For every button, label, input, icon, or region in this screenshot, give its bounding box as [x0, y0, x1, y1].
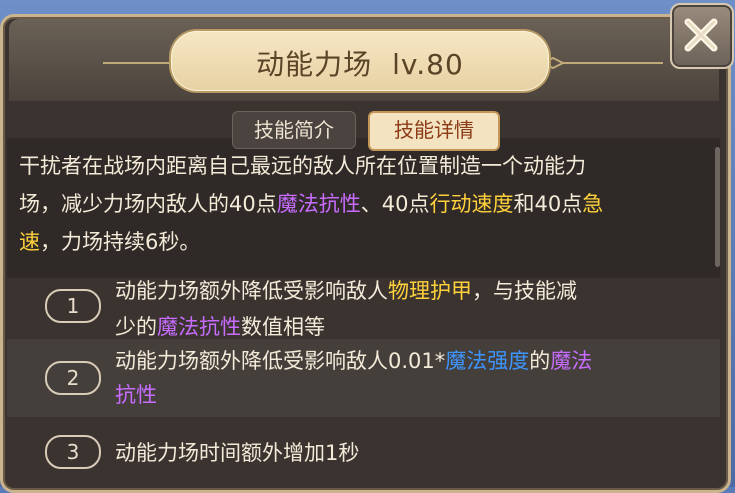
keyword-magic-power: 魔法强度	[445, 349, 530, 373]
description-text: 、40点	[360, 192, 430, 216]
description-text: 和40点	[513, 192, 583, 216]
upgrade-row-3: 3 动能力场时间额外增加1秒	[7, 425, 720, 481]
keyword-magic-resist: 魔法	[550, 349, 593, 373]
title-plate: 动能力场 lv.80	[171, 31, 549, 91]
skill-detail-panel: 动能力场 lv.80 干扰者在战场内距离自己最远的敌人所在位置制造一个动能力 场…	[0, 14, 731, 493]
upgrade-line: 动能力场额外降低受影响敌人物理护甲，与技能减	[115, 275, 577, 305]
upgrade-line: 少的魔法抗性数值相等	[115, 311, 325, 341]
upgrade-number-badge: 1	[45, 289, 101, 323]
upgrade-row-1: 1 动能力场额外降低受影响敌人物理护甲，与技能减 少的魔法抗性数值相等	[7, 267, 720, 347]
upgrade-text: ，与技能减	[472, 279, 577, 303]
tab-skill-intro[interactable]: 技能简介	[232, 111, 356, 149]
keyword-haste: 速	[19, 230, 40, 254]
close-button[interactable]	[670, 3, 734, 69]
upgrade-text: 的	[529, 349, 551, 373]
keyword-action-speed: 行动速度	[429, 192, 514, 216]
description-box: 干扰者在战场内距离自己最远的敌人所在位置制造一个动能力 场，减少力场内敌人的40…	[7, 138, 720, 278]
keyword-magic-resist: 抗性	[115, 383, 157, 407]
description-scrollbar[interactable]	[715, 147, 720, 267]
description-text: 干扰者在战场内距离自己最远的敌人所在位置制造一个动能力	[19, 154, 586, 178]
upgrade-text: 动能力场额外降低受影响敌人0.01*	[115, 349, 446, 373]
skill-level: lv.80	[392, 48, 464, 81]
upgrade-row-2: 2 动能力场额外降低受影响敌人0.01*魔法强度的魔法 抗性	[7, 339, 720, 417]
description-line-2: 场，减少力场内敌人的40点魔法抗性、40点行动速度和40点急	[19, 188, 603, 218]
skill-name: 动能力场	[256, 48, 373, 81]
upgrade-text: 动能力场时间额外增加1秒	[115, 441, 360, 465]
keyword-magic-resist: 魔法抗性	[157, 315, 241, 339]
upgrade-text: 少的	[115, 315, 157, 339]
ornament-right	[543, 57, 663, 69]
upgrade-text: 动能力场额外降低受影响敌人	[115, 279, 388, 303]
description-text: 场，减少力场内敌人的40点	[19, 192, 277, 216]
keyword-physical-armor: 物理护甲	[388, 279, 472, 303]
keyword-magic-resist: 魔法抗性	[276, 192, 361, 216]
description-line-1: 干扰者在战场内距离自己最远的敌人所在位置制造一个动能力	[19, 150, 586, 180]
upgrade-number-badge: 3	[45, 435, 101, 469]
upgrade-line: 动能力场额外降低受影响敌人0.01*魔法强度的魔法	[115, 345, 592, 375]
upgrade-line: 抗性	[115, 379, 157, 409]
skill-title: 动能力场 lv.80	[171, 43, 549, 83]
upgrade-number-badge: 2	[45, 361, 101, 395]
close-icon	[684, 18, 718, 52]
description-line-3: 速，力场持续6秒。	[19, 226, 200, 256]
tab-skill-detail[interactable]: 技能详情	[368, 111, 500, 151]
upgrade-text: 数值相等	[241, 315, 325, 339]
description-text: ，力场持续6秒。	[40, 230, 201, 254]
upgrade-line: 动能力场时间额外增加1秒	[115, 437, 359, 467]
keyword-haste: 急	[582, 192, 604, 216]
